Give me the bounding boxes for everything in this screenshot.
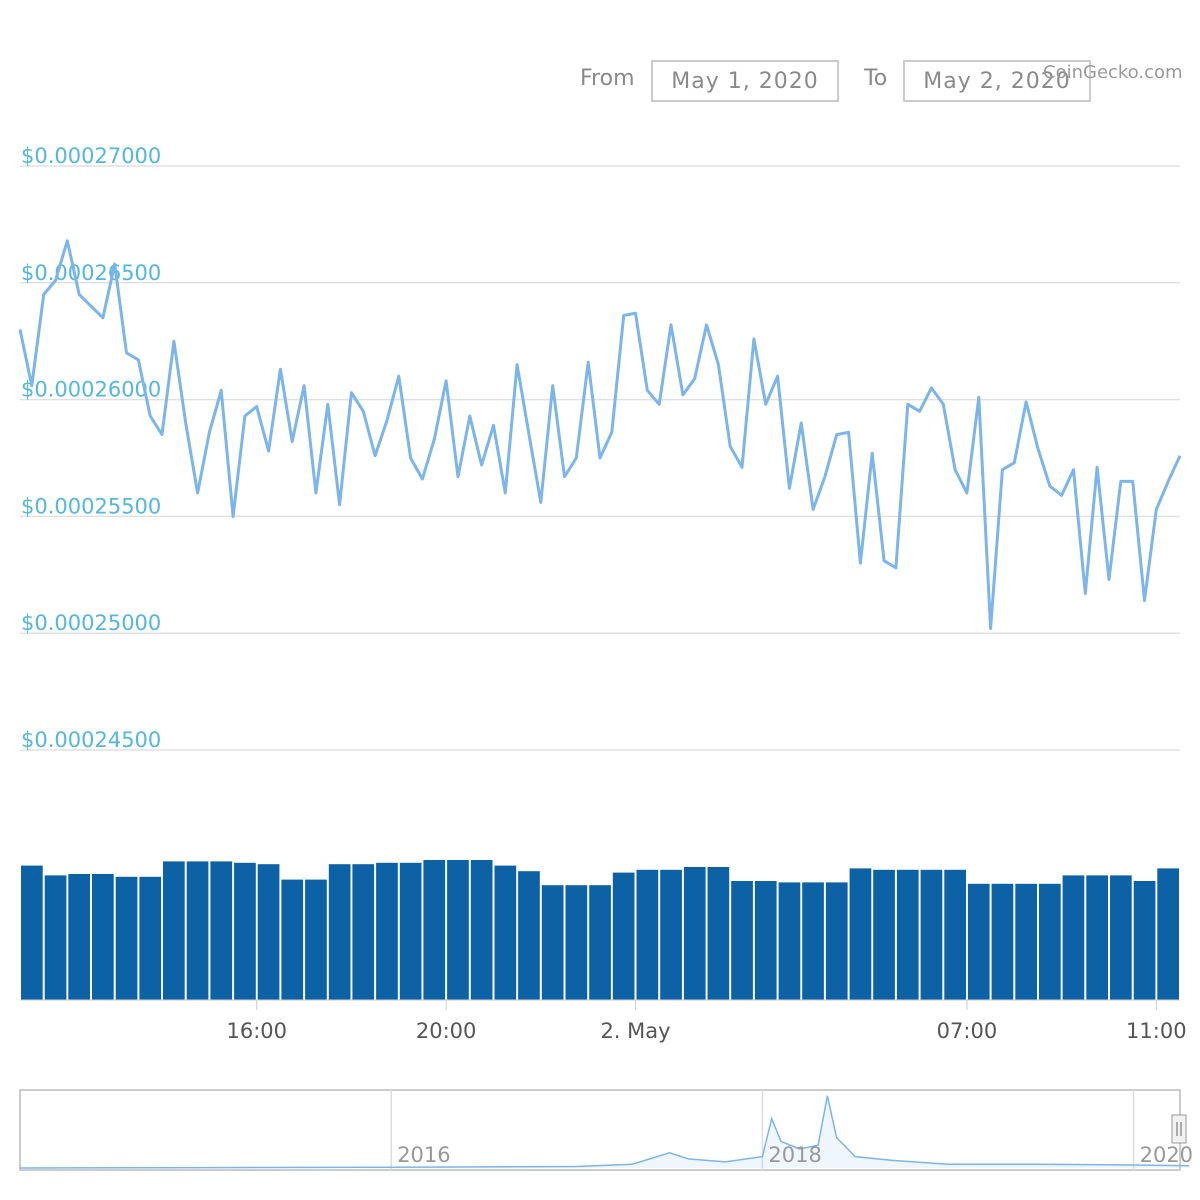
- volume-bar: [778, 882, 801, 1000]
- volume-bar: [139, 876, 162, 1000]
- volume-bar: [991, 883, 1014, 1000]
- volume-bar: [707, 867, 730, 1000]
- volume-bar: [376, 862, 398, 1000]
- volume-bar: [1133, 881, 1156, 1000]
- volume-bar: [565, 885, 588, 1000]
- volume-bar: [802, 882, 824, 1000]
- volume-bar: [305, 879, 327, 1000]
- y-tick-label: $0.00025500: [21, 494, 161, 518]
- navigator-year-label: 2020: [1140, 1143, 1193, 1167]
- volume-bar: [186, 861, 209, 1000]
- volume-bar: [447, 860, 469, 1000]
- volume-bar: [518, 871, 540, 1000]
- volume-bar: [541, 885, 564, 1000]
- navigator-line: [19, 1095, 1190, 1169]
- x-tick-label: 2. May: [600, 1019, 670, 1043]
- navigator-frame: [19, 1089, 1181, 1171]
- volume-bar: [21, 865, 43, 1000]
- volume-bar: [44, 875, 67, 1000]
- price-chart: $0.00024500 $0.00025000 $0.00025500 $0.0002…: [18, 144, 1193, 1171]
- navigator-year-label: 2016: [397, 1143, 450, 1167]
- volume-bar: [68, 874, 90, 1000]
- volume-bar: [754, 881, 777, 1000]
- volume-bar: [636, 869, 659, 1000]
- y-tick-label: $0.00026500: [21, 261, 161, 285]
- volume-bar: [281, 879, 304, 1000]
- volume-bar: [825, 882, 848, 1000]
- x-tick-label: 11:00: [1126, 1019, 1187, 1043]
- volume-bar: [1110, 875, 1132, 1000]
- volume-bar: [399, 862, 422, 1000]
- volume-bar: [92, 874, 114, 1000]
- volume-bar: [1157, 868, 1179, 1000]
- volume-bar: [1039, 883, 1061, 1000]
- volume-bar: [589, 885, 611, 1000]
- volume-bar: [920, 869, 943, 1000]
- volume-bar: [944, 869, 966, 1000]
- navigator-labels: 2016 2018 2020: [397, 1143, 1193, 1167]
- navigator[interactable]: 2016 2018 2020: [19, 1089, 1193, 1171]
- volume-bar: [1015, 883, 1037, 1000]
- volume-bar: [352, 864, 375, 1000]
- navigator-year-label: 2018: [768, 1143, 821, 1167]
- x-tick-label: 07:00: [937, 1019, 998, 1043]
- volume-bar: [328, 864, 351, 1000]
- x-axis-labels: 16:00 20:00 2. May 07:00 11:00: [226, 1000, 1187, 1043]
- y-axis-labels: $0.00024500 $0.00025000 $0.00025500 $0.0002…: [21, 144, 161, 752]
- volume-bar: [115, 876, 138, 1000]
- x-tick-label: 16:00: [226, 1019, 287, 1043]
- volume-bar: [257, 864, 280, 1000]
- volume-bar: [423, 860, 446, 1000]
- volume-bar: [210, 861, 233, 1000]
- volume-bar: [1086, 875, 1108, 1000]
- volume-bar: [731, 881, 753, 1000]
- volume-bar: [494, 865, 517, 1000]
- y-tick-label: $0.00025000: [21, 611, 161, 635]
- y-tick-label: $0.00027000: [21, 144, 161, 168]
- volume-bar: [849, 868, 872, 1000]
- volume-bar: [1062, 875, 1085, 1000]
- volume-bar: [470, 860, 493, 1000]
- volume-bar: [612, 872, 635, 1000]
- volume-bars: [21, 860, 1179, 1000]
- volume-bar: [234, 862, 256, 1000]
- navigator-area: [20, 1095, 1190, 1168]
- volume-bar: [683, 867, 706, 1000]
- volume-bar: [967, 883, 990, 1000]
- navigator-handle-box[interactable]: [1171, 1114, 1187, 1144]
- price-line: [18, 239, 1182, 630]
- volume-bar: [896, 869, 919, 1000]
- navigator-handle[interactable]: [1171, 1114, 1187, 1144]
- volume-bar: [660, 869, 682, 1000]
- y-tick-label: $0.00026000: [21, 378, 161, 402]
- x-tick-label: 20:00: [416, 1019, 477, 1043]
- volume-bar: [163, 861, 185, 1000]
- volume-bar: [873, 869, 895, 1000]
- y-tick-label: $0.00024500: [21, 728, 161, 752]
